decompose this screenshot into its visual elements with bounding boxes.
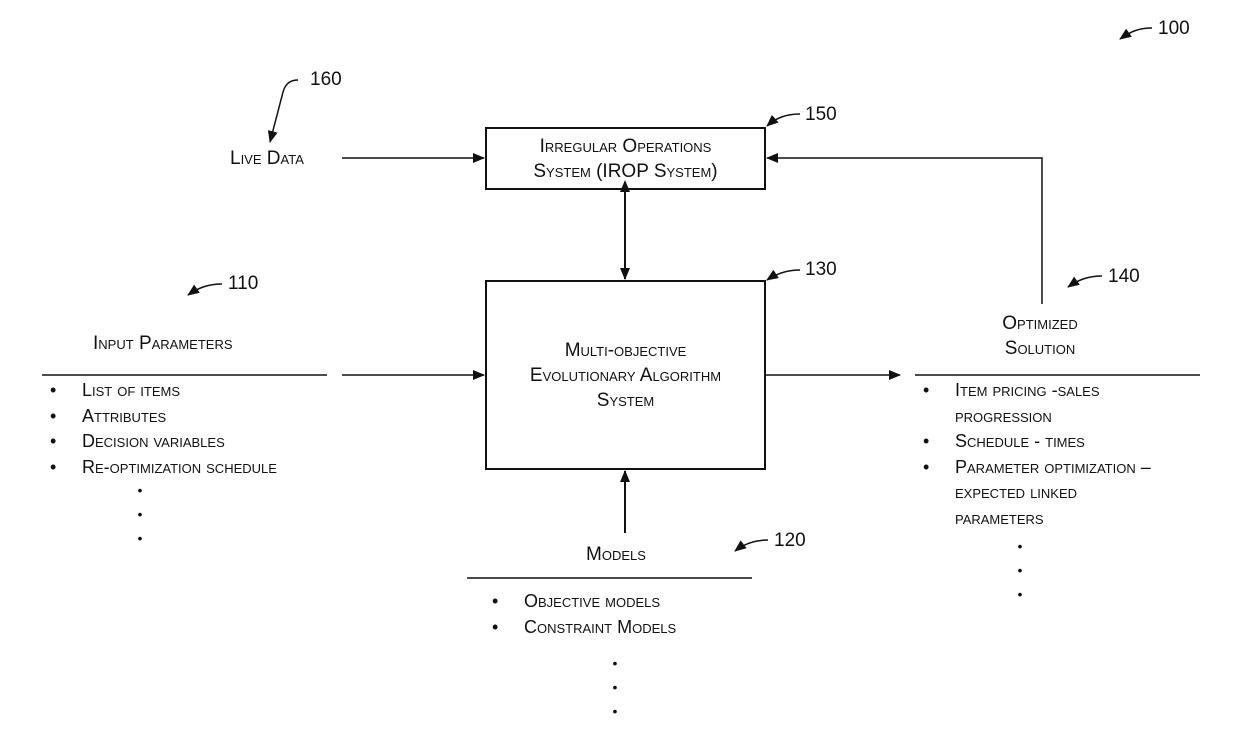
moea-line-2: Evolutionary Algorithm: [529, 365, 722, 386]
moea-line-1: Multi-objective: [564, 340, 687, 361]
models-title: Models: [586, 544, 646, 565]
solution-feedback-arrow: [766, 153, 1043, 304]
live-data-label: Live Data: [230, 148, 304, 169]
optimized-solution-title-line-1: Optimized: [1002, 313, 1078, 334]
ref-130: 130: [805, 259, 837, 280]
input-parameters-title: Input Parameters: [93, 333, 233, 354]
models-list: Objective models Constraint Models: [484, 589, 676, 640]
input-parameters-continuation: • • •: [137, 482, 143, 546]
ref-120: 120: [774, 530, 806, 551]
list-item: List of items: [42, 378, 277, 404]
models-continuation: • • •: [612, 655, 618, 719]
list-item: Schedule - times: [915, 429, 1151, 455]
list-item: Constraint Models: [484, 615, 676, 641]
ref-160: 160: [310, 69, 342, 90]
moea-line-3: System: [596, 390, 655, 411]
list-item: Decision variables: [42, 429, 277, 455]
list-item: Objective models: [484, 589, 676, 615]
irop-system-label: Irregular Operations System (IROP System…: [486, 134, 765, 184]
list-item: Item pricing -sales progression: [915, 378, 1151, 429]
ref-150-leader: [766, 113, 801, 127]
ref-130-leader: [766, 269, 801, 281]
optimized-solution-title: Optimized Solution: [965, 311, 1115, 361]
optimized-solution-list: Item pricing -sales progression Schedule…: [915, 378, 1151, 531]
list-item: Parameter optimization – expected linked…: [915, 455, 1151, 532]
moea-system-label: Multi-objective Evolutionary Algorithm S…: [486, 338, 765, 413]
ref-140: 140: [1108, 266, 1140, 287]
ref-160-leader: [267, 79, 299, 143]
ref-110: 110: [228, 273, 259, 294]
ref-140-leader: [1067, 275, 1103, 288]
list-item: Re-optimization schedule: [42, 455, 277, 481]
optimized-solution-title-line-2: Solution: [1004, 338, 1076, 359]
optimized-solution-continuation: • • •: [1017, 538, 1023, 602]
list-item: Attributes: [42, 404, 277, 430]
input-parameters-list: List of items Attributes Decision variab…: [42, 378, 277, 480]
ref-100-leader: [1119, 27, 1153, 40]
irop-line-2: System (IROP System): [533, 161, 718, 182]
ref-150: 150: [805, 104, 837, 125]
ref-100: 100: [1158, 18, 1190, 39]
irop-line-1: Irregular Operations: [539, 136, 712, 157]
ref-120-leader: [734, 539, 769, 552]
ref-110-leader: [187, 283, 223, 296]
